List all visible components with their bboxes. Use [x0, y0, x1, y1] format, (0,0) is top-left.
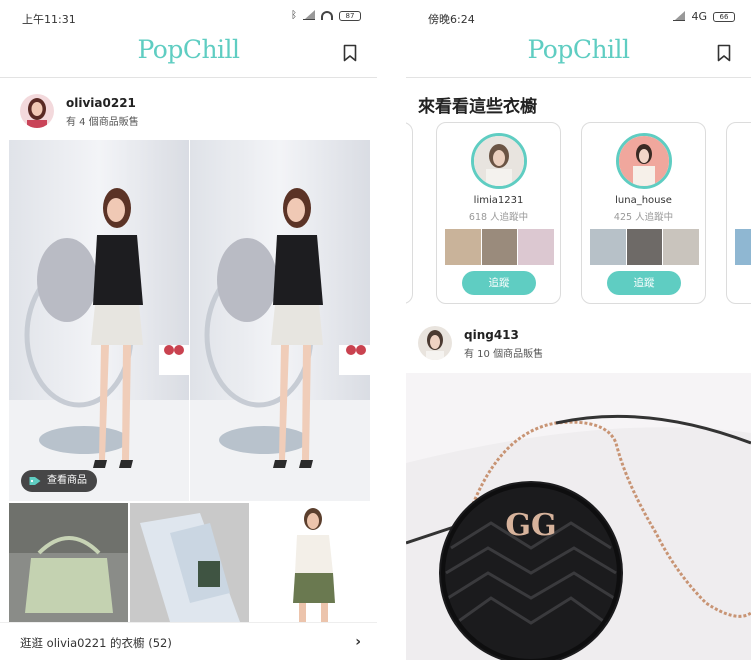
card-username: limia1231: [473, 195, 524, 206]
product-thumbnail[interactable]: [130, 503, 249, 622]
app-bar: PopChill: [406, 32, 751, 78]
wardrobe-card-partial[interactable]: [726, 122, 751, 304]
wardrobe-link-label: 逛逛 olivia0221 的衣櫥 (52): [20, 636, 172, 650]
view-products-label: 查看商品: [47, 475, 87, 486]
wardrobe-link[interactable]: 逛逛 olivia0221 的衣櫥 (52) ›: [0, 622, 377, 660]
post-main-photo[interactable]: 查看商品: [9, 140, 370, 501]
wardrobe-cards: limia1231 618 人追蹤中 追蹤 luna_house 425 人追蹤…: [406, 122, 751, 304]
product-thumbnail[interactable]: [251, 503, 370, 622]
tag-icon: [29, 477, 41, 485]
status-bar: 上午11:31 ᛒ 87: [0, 0, 377, 32]
card-thumbnails: [445, 229, 555, 265]
left-phone-screen: 上午11:31 ᛒ 87 PopChill olivia0221 有 4 個商品…: [0, 0, 377, 660]
product-thumbnails: [9, 503, 370, 622]
signal-icon: [303, 10, 315, 20]
product-thumbnail[interactable]: [9, 503, 128, 622]
right-phone-screen: 傍晚6:24 4G 66 PopChill 來看看這些衣櫥 limia1231: [406, 0, 751, 660]
post-header[interactable]: olivia0221 有 4 個商品販售: [0, 88, 377, 138]
outfit-photo: [9, 140, 370, 501]
status-time: 傍晚6:24: [428, 13, 475, 26]
wifi-icon: [321, 11, 333, 20]
bookmark-icon[interactable]: [343, 44, 357, 62]
avatar: [471, 133, 527, 189]
status-time: 上午11:31: [22, 13, 76, 26]
card-thumbnails: [590, 229, 700, 265]
app-bar: PopChill: [0, 32, 377, 78]
svg-text:GG: GG: [505, 508, 556, 543]
view-products-button[interactable]: 查看商品: [21, 470, 97, 492]
wardrobe-card[interactable]: limia1231 618 人追蹤中 追蹤: [436, 122, 561, 304]
card-followers: 425 人追蹤中: [613, 212, 674, 223]
bookmark-icon[interactable]: [717, 44, 731, 62]
avatar[interactable]: [20, 94, 54, 128]
post-username[interactable]: qing413: [464, 328, 519, 342]
app-logo: PopChill: [137, 35, 240, 64]
status-bar: 傍晚6:24 4G 66: [406, 0, 751, 32]
post-subtitle: 有 4 個商品販售: [66, 117, 139, 128]
app-logo: PopChill: [527, 35, 630, 64]
battery-icon: 66: [713, 11, 735, 22]
wardrobe-card[interactable]: luna_house 425 人追蹤中 追蹤: [581, 122, 706, 304]
bag-photo: GG: [406, 373, 751, 660]
chevron-right-icon: ›: [355, 634, 361, 650]
post-subtitle: 有 10 個商品販售: [464, 349, 544, 360]
battery-icon: 87: [339, 10, 361, 21]
follow-button[interactable]: 追蹤: [462, 271, 536, 295]
bluetooth-icon: ᛒ: [291, 10, 297, 21]
follow-button[interactable]: 追蹤: [607, 271, 681, 295]
network-type: 4G: [691, 10, 707, 23]
avatar[interactable]: [418, 326, 452, 360]
post-main-photo[interactable]: GG: [406, 373, 751, 660]
avatar: [616, 133, 672, 189]
post-header[interactable]: qing413 有 10 個商品販售: [406, 320, 751, 370]
card-followers: 618 人追蹤中: [468, 212, 529, 223]
wardrobe-card-partial[interactable]: [406, 122, 413, 304]
signal-icon: [673, 11, 686, 21]
post-username[interactable]: olivia0221: [66, 96, 136, 110]
section-title: 來看看這些衣櫥: [418, 97, 537, 117]
card-username: luna_house: [615, 195, 672, 206]
